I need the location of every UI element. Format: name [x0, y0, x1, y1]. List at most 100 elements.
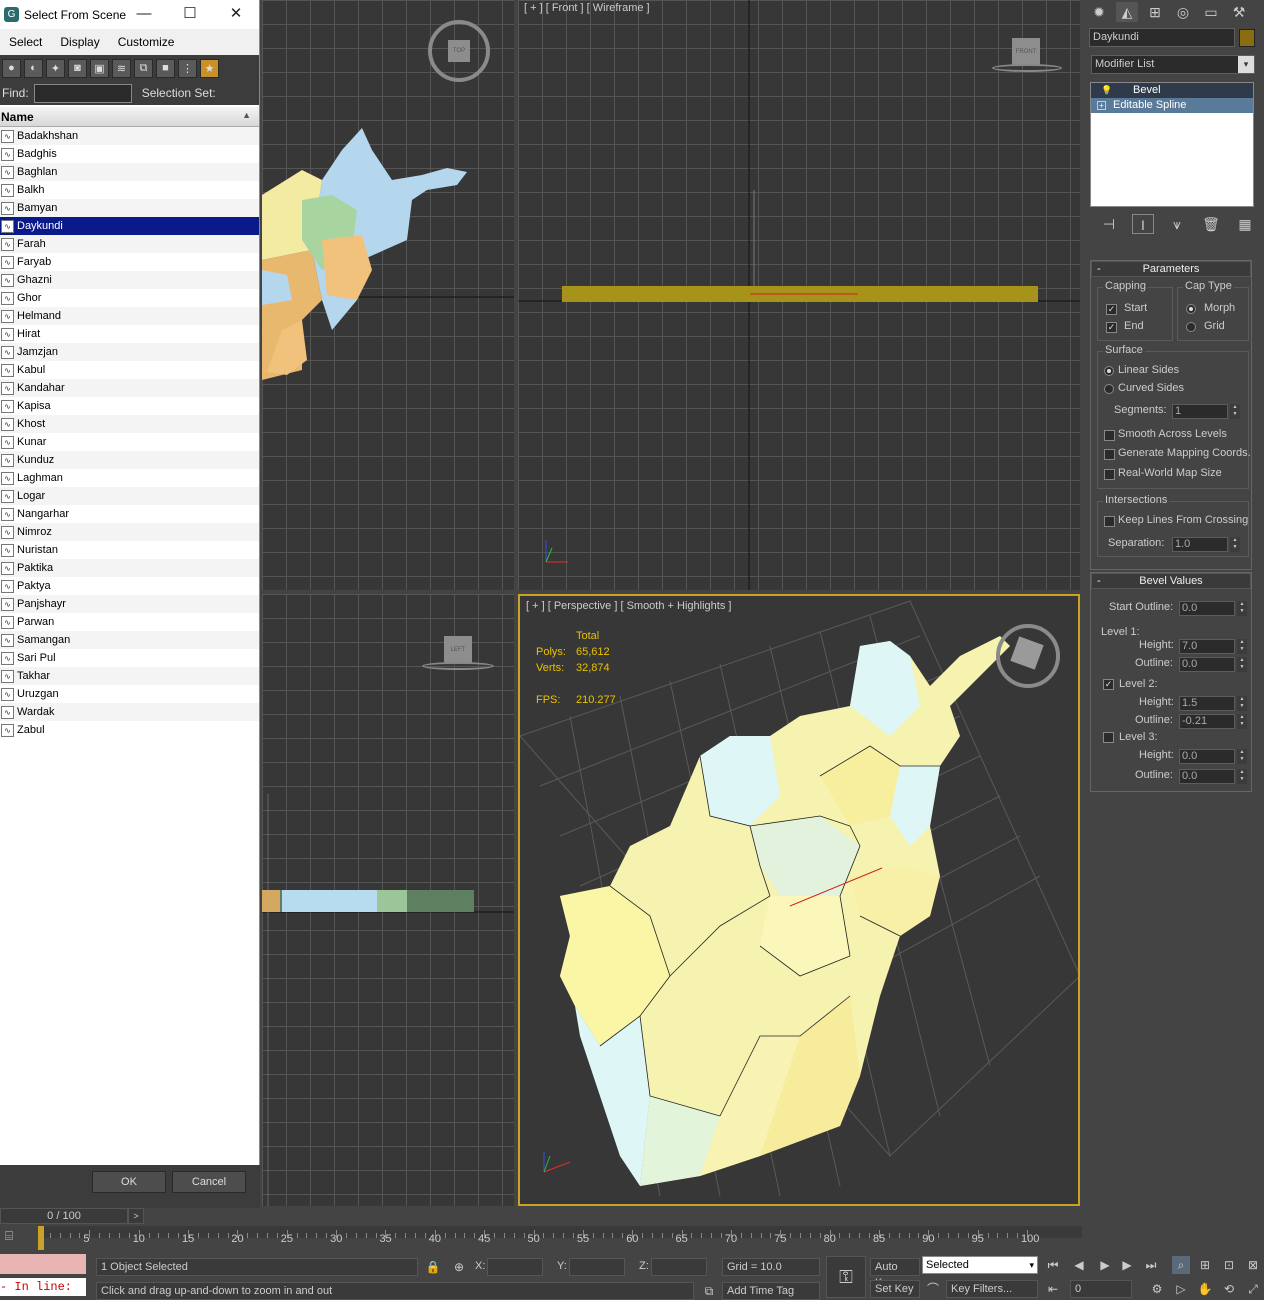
morph-radio[interactable] [1186, 304, 1196, 314]
name-column-header[interactable]: Name ▲ [0, 107, 259, 127]
start-checkbox[interactable]: ✓ [1106, 304, 1117, 315]
list-item[interactable]: ∿ Samangan [0, 631, 259, 649]
stack-item-editable-spline[interactable]: + Editable Spline [1091, 98, 1253, 113]
viewcube-perspective[interactable] [996, 624, 1060, 688]
list-item[interactable]: ∿ Balkh [0, 181, 259, 199]
zoom-extents-icon[interactable]: ⊡ [1220, 1256, 1238, 1274]
viewport-front[interactable]: [ + ] [ Front ] [ Wireframe ] FRONT [518, 0, 1080, 590]
viewcube-front[interactable]: FRONT [992, 36, 1062, 72]
cancel-button[interactable]: Cancel [172, 1171, 246, 1193]
display-groups-icon[interactable]: ⧉ [134, 58, 153, 78]
viewport-top[interactable]: TOP [262, 0, 514, 590]
menu-customize[interactable]: Customize [109, 35, 184, 49]
list-item[interactable]: ∿ Parwan [0, 613, 259, 631]
viewcube-front-face[interactable]: FRONT [1012, 38, 1040, 66]
x-coordinate-field[interactable] [487, 1258, 543, 1276]
auto-key-button[interactable]: Auto Key [870, 1258, 920, 1289]
list-item[interactable]: ∿ Uruzgan [0, 685, 259, 703]
parameters-rollout-header[interactable]: - Parameters [1091, 261, 1251, 277]
list-item[interactable]: ∿ Paktya [0, 577, 259, 595]
key-filters-button[interactable]: Key Filters... [946, 1280, 1038, 1298]
chevron-down-icon[interactable]: ▾ [1029, 1257, 1034, 1273]
segments-spinner[interactable]: 1 [1172, 404, 1240, 419]
maximize-viewport-icon[interactable]: ⤢ [1244, 1280, 1262, 1298]
display-geometry-icon[interactable]: ● [2, 58, 21, 78]
default-tangent-icon[interactable]: ⌒ [924, 1280, 942, 1298]
field-of-view-icon[interactable]: ▷ [1172, 1280, 1190, 1298]
list-item[interactable]: ∿ Kapisa [0, 397, 259, 415]
hierarchy-tab-icon[interactable]: ⊞ [1144, 2, 1166, 22]
perspective-viewport-label[interactable]: [ + ] [ Perspective ] [ Smooth + Highlig… [526, 600, 731, 612]
viewport-perspective[interactable]: [ + ] [ Perspective ] [ Smooth + Highlig… [518, 594, 1080, 1206]
time-cursor[interactable] [38, 1226, 44, 1250]
curved-sides-radio[interactable] [1104, 384, 1114, 394]
display-tab-icon[interactable]: ▭ [1200, 2, 1222, 22]
level1-height-spinner[interactable]: 7.0 [1179, 639, 1247, 654]
maxscript-listener[interactable] [0, 1254, 86, 1274]
viewcube-top-face[interactable]: TOP [448, 40, 470, 62]
bevel-values-rollout-header[interactable]: - Bevel Values [1091, 573, 1251, 589]
level3-outline-spinner[interactable]: 0.0 [1179, 769, 1247, 784]
level2-checkbox[interactable]: ✓ [1103, 679, 1114, 690]
list-item[interactable]: ∿ Kabul [0, 361, 259, 379]
grid-radio[interactable] [1186, 322, 1196, 332]
start-outline-spinner[interactable]: 0.0 [1179, 601, 1247, 616]
list-item[interactable]: ∿ Zabul [0, 721, 259, 739]
real-world-map-checkbox[interactable] [1104, 469, 1115, 480]
set-key-icon[interactable]: ⚿ [826, 1256, 866, 1298]
display-bones-icon[interactable]: ⋮ [178, 58, 197, 78]
z-coordinate-field[interactable] [651, 1258, 707, 1276]
add-time-tag-button[interactable]: Add Time Tag [722, 1282, 820, 1300]
list-item[interactable]: ∿ Kandahar [0, 379, 259, 397]
pan-view-icon[interactable]: ✋ [1196, 1280, 1214, 1298]
list-item[interactable]: ∿ Bamyan [0, 199, 259, 217]
find-input[interactable] [33, 83, 132, 103]
separation-spinner[interactable]: 1.0 [1172, 537, 1240, 552]
viewcube-top[interactable]: TOP [428, 20, 490, 82]
y-coordinate-field[interactable] [569, 1258, 625, 1276]
list-item[interactable]: ∿ Logar [0, 487, 259, 505]
object-color-swatch[interactable] [1239, 29, 1255, 47]
modify-tab-icon[interactable]: ◭ [1116, 2, 1138, 22]
display-spacewarps-icon[interactable]: ≋ [112, 58, 131, 78]
list-item[interactable]: ∿ Paktika [0, 559, 259, 577]
show-end-result-icon[interactable]: I [1132, 214, 1154, 234]
list-item[interactable]: ∿ Khost [0, 415, 259, 433]
list-item[interactable]: ∿ Nimroz [0, 523, 259, 541]
list-item[interactable]: ∿ Panjshayr [0, 595, 259, 613]
next-frame-arrow-icon[interactable]: > [128, 1208, 144, 1224]
key-mode-dropdown[interactable]: Selected ▾ [922, 1256, 1038, 1274]
viewcube-left[interactable]: LEFT [422, 634, 494, 670]
make-unique-icon[interactable]: ⩛ [1166, 214, 1188, 234]
utilities-tab-icon[interactable]: ⚒ [1228, 2, 1250, 22]
set-key-button[interactable]: Set Key [870, 1280, 920, 1298]
level3-height-spinner[interactable]: 0.0 [1179, 749, 1247, 764]
display-lights-icon[interactable]: ✦ [46, 58, 65, 78]
level3-checkbox[interactable] [1103, 732, 1114, 743]
orbit-icon[interactable]: ⟲ [1220, 1280, 1238, 1298]
list-item[interactable]: ∿ Badakhshan [0, 127, 259, 145]
generate-mapping-checkbox[interactable] [1104, 449, 1115, 460]
list-item[interactable]: ∿ Nangarhar [0, 505, 259, 523]
display-all-icon[interactable]: ★ [200, 58, 219, 78]
list-item[interactable]: ∿ Nuristan [0, 541, 259, 559]
go-to-start-icon[interactable]: ⏮ [1044, 1256, 1062, 1274]
close-icon[interactable]: ✕ [226, 4, 246, 24]
display-helpers-icon[interactable]: ▣ [90, 58, 109, 78]
object-name-field[interactable]: Daykundi [1089, 28, 1235, 47]
list-item[interactable]: ∿ Daykundi [0, 217, 259, 235]
motion-tab-icon[interactable]: ◎ [1172, 2, 1194, 22]
keep-lines-checkbox[interactable] [1104, 516, 1115, 527]
display-xrefs-icon[interactable]: ■ [156, 58, 175, 78]
time-configuration-icon[interactable]: ⚙ [1148, 1280, 1166, 1298]
create-tab-icon[interactable]: ✹ [1088, 2, 1110, 22]
zoom-extents-all-icon[interactable]: ⊠ [1244, 1256, 1262, 1274]
level2-height-spinner[interactable]: 1.5 [1179, 696, 1247, 711]
list-item[interactable]: ∿ Baghlan [0, 163, 259, 181]
list-item[interactable]: ∿ Wardak [0, 703, 259, 721]
smooth-across-levels-checkbox[interactable] [1104, 430, 1115, 441]
list-item[interactable]: ∿ Badghis [0, 145, 259, 163]
list-item[interactable]: ∿ Sari Pul [0, 649, 259, 667]
linear-sides-radio[interactable] [1104, 366, 1114, 376]
current-frame-field[interactable]: 0 [1070, 1280, 1132, 1298]
